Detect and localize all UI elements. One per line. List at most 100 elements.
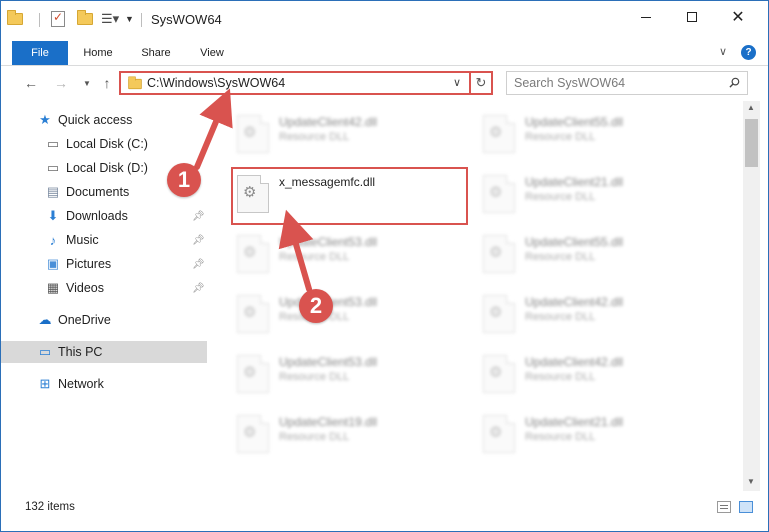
maximize-button[interactable] (669, 1, 715, 33)
music-icon: ♪ (49, 232, 57, 248)
pin-icon[interactable]: 📌︎ (192, 283, 205, 294)
minimize-button[interactable] (623, 1, 669, 33)
gear-icon: ⚙ (243, 364, 257, 381)
gear-icon: ⚙ (489, 364, 503, 381)
sidebar-item-music[interactable]: ♪ Music 📌︎ (1, 229, 207, 251)
drive-icon: ▭ (46, 136, 60, 151)
scroll-thumb[interactable] (745, 119, 758, 167)
gear-icon: ⚙ (489, 424, 503, 441)
forward-button[interactable]: → (51, 73, 71, 93)
navigation-pane: ★ Quick access ▭ Local Disk (C:) ▭ Local… (1, 101, 207, 491)
close-button[interactable]: ✕ (715, 1, 761, 33)
details-view-icon[interactable] (717, 501, 731, 513)
properties-icon[interactable] (51, 10, 65, 27)
search-box[interactable] (506, 71, 748, 95)
view-options-icon[interactable]: ☰▾ (101, 11, 119, 27)
file-list: ⚙ UpdateClient42.dll Resource DLL ⚙ x_me… (207, 101, 743, 491)
sidebar-item-label: OneDrive (58, 313, 111, 327)
step-2-badge: 2 (299, 289, 333, 323)
recent-locations-icon[interactable]: ▼ (77, 73, 97, 93)
back-button[interactable]: ← (21, 73, 41, 93)
address-bar[interactable]: C:\Windows\SysWOW64 ∨ (119, 71, 471, 95)
tab-share[interactable]: Share (131, 41, 181, 65)
sidebar-item-videos[interactable]: ▦ Videos 📌︎ (1, 277, 207, 299)
sidebar-item-quick-access[interactable]: ★ Quick access (1, 109, 207, 131)
file-item[interactable]: ⚙ UpdateClient21.dll Resource DLL (479, 407, 719, 467)
file-item[interactable]: ⚙ UpdateClient42.dll Resource DLL (479, 347, 719, 407)
cloud-icon: ☁ (38, 312, 52, 327)
file-type: Resource DLL (525, 131, 596, 143)
gear-icon: ⚙ (243, 244, 257, 261)
drive-icon: ▭ (46, 160, 60, 175)
step-1-badge: 1 (167, 163, 201, 197)
file-name: UpdateClient42.dll (525, 295, 624, 309)
tab-file[interactable]: File (12, 41, 68, 65)
file-type: Resource DLL (279, 431, 350, 443)
help-icon[interactable]: ? (741, 45, 756, 60)
gear-icon: ⚙ (489, 244, 503, 261)
sidebar-item-this-pc[interactable]: ▭ This PC (1, 341, 207, 363)
file-highlight-box (231, 167, 468, 225)
address-path[interactable]: C:\Windows\SysWOW64 (147, 76, 285, 90)
download-icon: ⬇ (47, 208, 59, 223)
network-icon: ⊞ (39, 376, 51, 391)
pin-icon[interactable]: 📌︎ (192, 259, 205, 270)
file-item[interactable]: ⚙ UpdateClient53.dll Resource DLL (233, 227, 473, 287)
scroll-up-icon[interactable]: ▲ (747, 103, 755, 112)
file-item[interactable]: ⚙ UpdateClient21.dll Resource DLL (479, 167, 719, 227)
sidebar-item-label: Videos (66, 281, 104, 295)
file-name: UpdateClient55.dll (525, 235, 624, 249)
refresh-button[interactable]: ↻ (471, 71, 493, 95)
up-button[interactable]: ↑ (97, 73, 117, 93)
maximize-icon (687, 12, 697, 22)
file-item[interactable]: ⚙ UpdateClient55.dll Resource DLL (479, 227, 719, 287)
file-explorer-window: ☰▾ ▼ SysWOW64 ✕ File Home Share View ∨ ?… (0, 0, 769, 532)
file-type: Resource DLL (279, 371, 350, 383)
sidebar-item-label: Local Disk (C:) (66, 137, 148, 151)
customize-toolbar-icon[interactable]: ▼ (125, 11, 134, 27)
sidebar-item-label: Local Disk (D:) (66, 161, 148, 175)
file-type: Resource DLL (525, 431, 596, 443)
file-item[interactable]: ⚙ UpdateClient53.dll Resource DLL (233, 287, 473, 347)
file-item[interactable]: ⚙ UpdateClient42.dll Resource DLL (233, 107, 473, 167)
file-type: Resource DLL (279, 251, 350, 263)
sidebar-item-local-disk-c[interactable]: ▭ Local Disk (C:) (1, 133, 207, 155)
file-name: UpdateClient55.dll (525, 115, 624, 129)
gear-icon: ⚙ (243, 424, 257, 441)
file-name: UpdateClient42.dll (525, 355, 624, 369)
search-icon[interactable] (729, 77, 740, 88)
status-bar: 132 items (1, 497, 768, 519)
tab-home[interactable]: Home (73, 41, 123, 65)
sidebar-item-label: This PC (58, 345, 103, 359)
gear-icon: ⚙ (489, 184, 503, 201)
file-item[interactable]: ⚙ UpdateClient42.dll Resource DLL (479, 287, 719, 347)
toolbar-divider (141, 13, 142, 27)
file-item[interactable]: ⚙ UpdateClient53.dll Resource DLL (233, 347, 473, 407)
large-icons-view-icon[interactable] (739, 501, 753, 513)
sidebar-item-network[interactable]: ⊞ Network (1, 373, 207, 395)
file-item[interactable]: ⚙ UpdateClient55.dll Resource DLL (479, 107, 719, 167)
folder-icon (128, 76, 142, 90)
gear-icon: ⚙ (243, 304, 257, 321)
scroll-down-icon[interactable]: ▼ (747, 477, 755, 486)
expand-ribbon-icon[interactable]: ∨ (719, 45, 727, 58)
pin-icon[interactable]: 📌︎ (192, 235, 205, 246)
vertical-scrollbar[interactable]: ▲ ▼ (743, 101, 760, 491)
tab-view[interactable]: View (187, 41, 237, 65)
toolbar-divider (39, 13, 40, 27)
videos-icon: ▦ (46, 280, 60, 295)
sidebar-item-pictures[interactable]: ▣ Pictures 📌︎ (1, 253, 207, 275)
ribbon-divider (1, 65, 768, 66)
file-name: UpdateClient19.dll (279, 415, 378, 429)
file-item[interactable]: ⚙ UpdateClient19.dll Resource DLL (233, 407, 473, 467)
file-name: UpdateClient53.dll (279, 235, 378, 249)
chevron-down-icon[interactable]: ∨ (453, 76, 461, 89)
pin-icon[interactable]: 📌︎ (192, 211, 205, 222)
sidebar-item-downloads[interactable]: ⬇ Downloads 📌︎ (1, 205, 207, 227)
minimize-icon (641, 16, 651, 18)
folder-icon (7, 10, 23, 27)
sidebar-item-onedrive[interactable]: ☁ OneDrive (1, 309, 207, 331)
new-folder-icon[interactable] (77, 10, 93, 27)
search-input[interactable] (514, 76, 724, 90)
file-name: UpdateClient53.dll (279, 355, 378, 369)
